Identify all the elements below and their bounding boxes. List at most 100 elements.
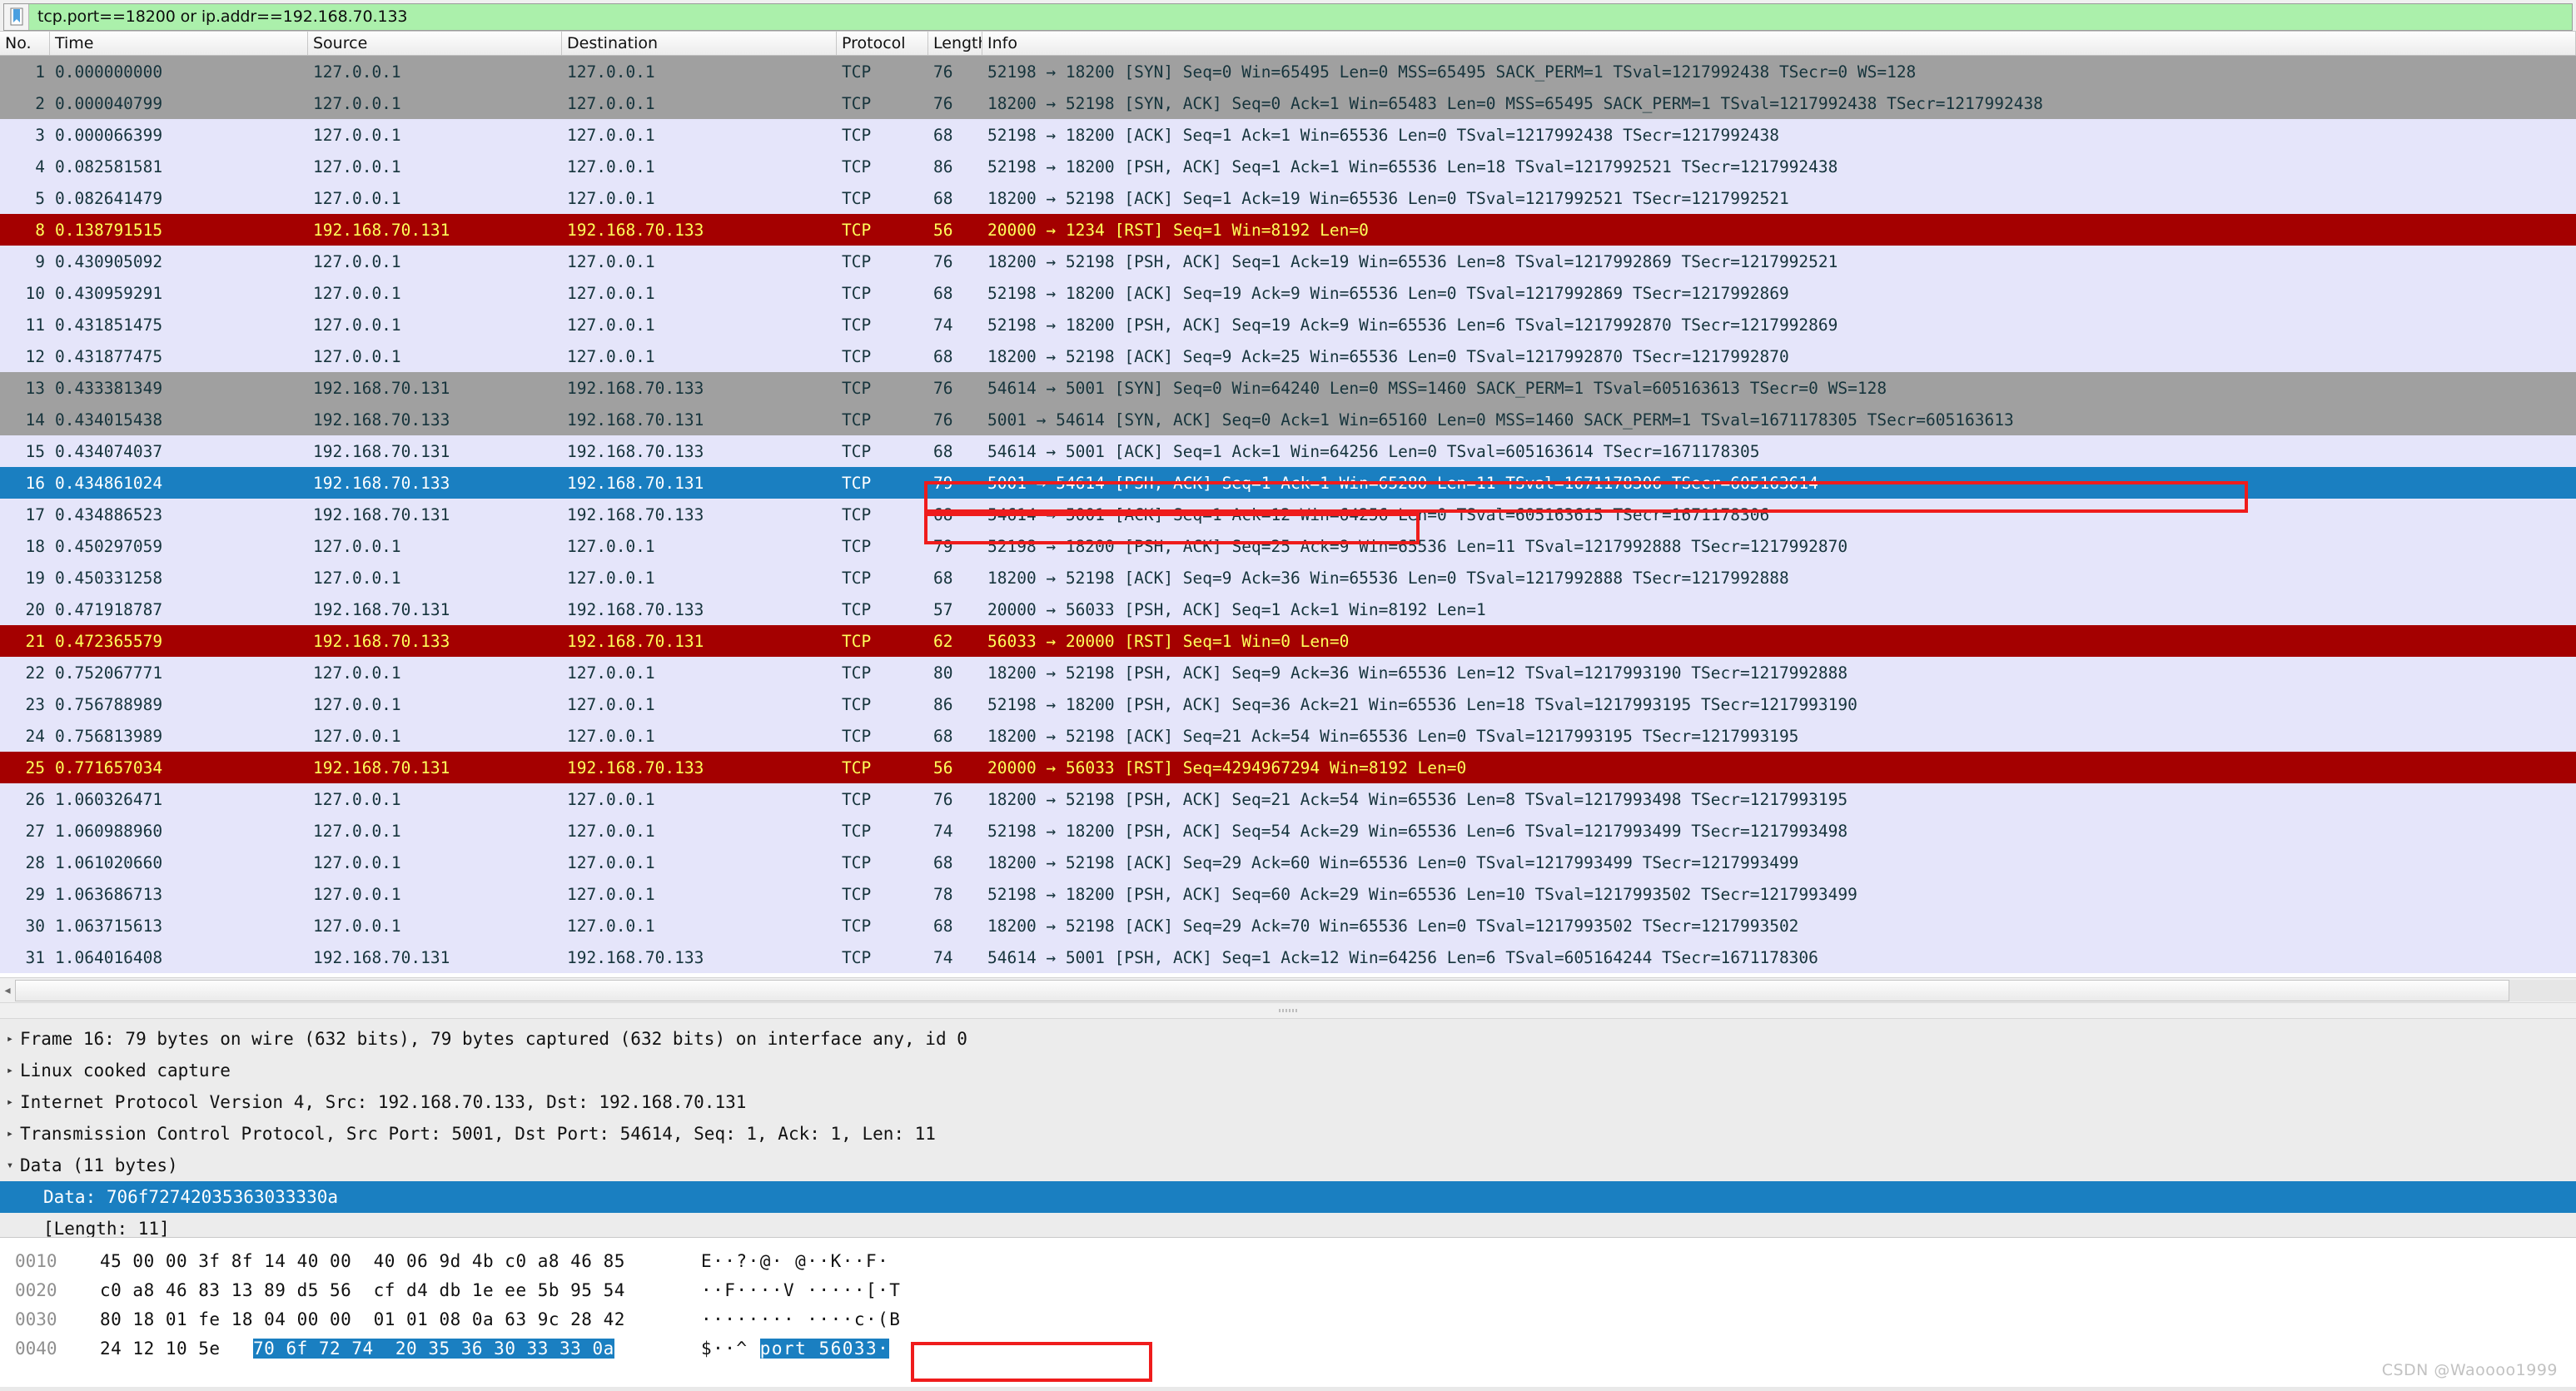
cell-protocol: TCP xyxy=(842,378,872,398)
cell-source: 192.168.70.131 xyxy=(313,441,450,461)
table-row[interactable]: 17 0.434886523 192.168.70.131 192.168.70.13… xyxy=(0,499,2576,530)
column-header-length[interactable]: Length xyxy=(928,32,982,55)
table-row[interactable]: 11 0.431851475 127.0.0.1 127.0.0.1 TCP 74 5219… xyxy=(0,309,2576,340)
table-row[interactable]: 9 0.430905092 127.0.0.1 127.0.0.1 TCP 76 18200… xyxy=(0,246,2576,277)
cell-no: 20 xyxy=(25,599,45,619)
table-row[interactable]: 3 0.000066399 127.0.0.1 127.0.0.1 TCP 68 52198… xyxy=(0,119,2576,151)
cell-length: 74 xyxy=(933,821,953,841)
cell-protocol: TCP xyxy=(842,473,872,493)
detail-row[interactable]: ▸ Linux cooked capture xyxy=(0,1055,2576,1086)
pane-splitter[interactable] xyxy=(0,1002,2576,1019)
cell-time: 0.430905092 xyxy=(55,251,163,271)
cell-no: 8 xyxy=(35,220,45,240)
cell-source: 127.0.0.1 xyxy=(313,93,401,113)
cell-destination: 192.168.70.133 xyxy=(567,441,704,461)
cell-source: 192.168.70.131 xyxy=(313,947,450,967)
display-filter-text[interactable]: tcp.port==18200 or ip.addr==192.168.70.1… xyxy=(29,7,408,26)
cell-time: 0.450297059 xyxy=(55,536,163,556)
detail-row[interactable]: ▸ Internet Protocol Version 4, Src: 192.1… xyxy=(0,1086,2576,1118)
cell-destination: 127.0.0.1 xyxy=(567,821,655,841)
splitter-grip xyxy=(1279,1009,1297,1012)
table-row[interactable]: 22 0.752067771 127.0.0.1 127.0.0.1 TCP 80 1820… xyxy=(0,657,2576,688)
chevron-right-icon[interactable]: ▸ xyxy=(0,1065,20,1076)
chevron-right-icon[interactable]: ▸ xyxy=(0,1128,20,1140)
packet-list-header: No. Time Source Destination Protocol Length In… xyxy=(0,32,2576,56)
hexdump-row[interactable]: 0010 45 00 00 3f 8f 14 40 00 40 06 9d 4b … xyxy=(0,1246,2576,1275)
table-row[interactable]: 28 1.061020660 127.0.0.1 127.0.0.1 TCP 68 1820… xyxy=(0,847,2576,878)
cell-destination: 127.0.0.1 xyxy=(567,726,655,746)
chevron-right-icon[interactable]: ▸ xyxy=(0,1096,20,1108)
table-row[interactable]: 13 0.433381349 192.168.70.131 192.168.70.13… xyxy=(0,372,2576,404)
hexdump-row[interactable]: 0020 c0 a8 46 83 13 89 d5 56 cf d4 db 1e … xyxy=(0,1275,2576,1304)
detail-row-label: Data: 706f72742035363033330a xyxy=(43,1187,339,1207)
table-row[interactable]: 4 0.082581581 127.0.0.1 127.0.0.1 TCP 86 52198… xyxy=(0,151,2576,182)
cell-info: 18200 → 52198 [ACK] Seq=9 Ack=36 Win=655… xyxy=(987,568,1789,588)
detail-row[interactable]: ▸ Transmission Control Protocol, Src Port… xyxy=(0,1118,2576,1150)
table-row[interactable]: 21 0.472365579 192.168.70.133 192.168.70.13… xyxy=(0,625,2576,657)
table-row[interactable]: 27 1.060988960 127.0.0.1 127.0.0.1 TCP 74 5219… xyxy=(0,815,2576,847)
table-row[interactable]: 19 0.450331258 127.0.0.1 127.0.0.1 TCP 68 1820… xyxy=(0,562,2576,594)
cell-no: 23 xyxy=(25,694,45,714)
column-header-destination[interactable]: Destination xyxy=(562,32,837,55)
cell-protocol: TCP xyxy=(842,758,872,777)
table-row[interactable]: 15 0.434074037 192.168.70.131 192.168.70.13… xyxy=(0,435,2576,467)
table-row[interactable]: 1 0.000000000 127.0.0.1 127.0.0.1 TCP 76 52198… xyxy=(0,56,2576,87)
packet-detail-pane[interactable]: ▸ Frame 16: 79 bytes on wire (632 bits), … xyxy=(0,1019,2576,1237)
packet-list-rows[interactable]: 1 0.000000000 127.0.0.1 127.0.0.1 TCP 76 52198… xyxy=(0,56,2576,977)
table-row[interactable]: 31 1.064016408 192.168.70.131 192.168.70.13… xyxy=(0,941,2576,973)
cell-source: 127.0.0.1 xyxy=(313,852,401,872)
table-row[interactable]: 12 0.431877475 127.0.0.1 127.0.0.1 TCP 68 1820… xyxy=(0,340,2576,372)
hexdump-row[interactable]: 0030 80 18 01 fe 18 04 00 00 01 01 08 0a … xyxy=(0,1304,2576,1334)
column-header-no[interactable]: No. xyxy=(0,32,50,55)
cell-info: 18200 → 52198 [SYN, ACK] Seq=0 Ack=1 Win… xyxy=(987,93,2043,113)
cell-info: 52198 → 18200 [PSH, ACK] Seq=54 Ack=29 W… xyxy=(987,821,1848,841)
hexdump-hex-group2: cf d4 db 1e ee 5b 95 54 xyxy=(373,1279,625,1300)
table-row[interactable]: 26 1.060326471 127.0.0.1 127.0.0.1 TCP 76 1820… xyxy=(0,783,2576,815)
packet-list-pane: No. Time Source Destination Protocol Length In… xyxy=(0,32,2576,1002)
display-filter-input[interactable]: tcp.port==18200 or ip.addr==192.168.70.1… xyxy=(3,2,2573,31)
hexdump-row[interactable]: 0040 24 12 10 5e 70 6f 72 74 20 35 36 30 … xyxy=(0,1334,2576,1363)
detail-row[interactable]: Data: 706f72742035363033330a xyxy=(0,1181,2576,1213)
table-row[interactable]: 24 0.756813989 127.0.0.1 127.0.0.1 TCP 68 1820… xyxy=(0,720,2576,752)
column-header-time[interactable]: Time xyxy=(50,32,308,55)
hexdump-offset: 0040 xyxy=(15,1338,57,1359)
cell-no: 29 xyxy=(25,884,45,904)
column-header-source[interactable]: Source xyxy=(308,32,562,55)
cell-protocol: TCP xyxy=(842,631,872,651)
cell-time: 0.082581581 xyxy=(55,156,163,176)
cell-protocol: TCP xyxy=(842,852,872,872)
bookmark-icon[interactable] xyxy=(4,3,29,30)
hscroll-thumb[interactable] xyxy=(15,979,2509,1001)
table-row[interactable]: 5 0.082641479 127.0.0.1 127.0.0.1 TCP 68 18200… xyxy=(0,182,2576,214)
hscroll-track-end[interactable] xyxy=(2509,979,2576,1001)
cell-destination: 127.0.0.1 xyxy=(567,789,655,809)
table-row[interactable]: 14 0.434015438 192.168.70.133 192.168.70.13… xyxy=(0,404,2576,435)
table-row[interactable]: 18 0.450297059 127.0.0.1 127.0.0.1 TCP 79 5219… xyxy=(0,530,2576,562)
table-row[interactable]: 10 0.430959291 127.0.0.1 127.0.0.1 TCP 68 5219… xyxy=(0,277,2576,309)
detail-row[interactable]: [Length: 11] xyxy=(0,1213,2576,1237)
packet-list-hscrollbar[interactable]: ◂ xyxy=(0,977,2576,1002)
cell-no: 31 xyxy=(25,947,45,967)
cell-length: 68 xyxy=(933,726,953,746)
table-row[interactable]: 29 1.063686713 127.0.0.1 127.0.0.1 TCP 78 5219… xyxy=(0,878,2576,910)
column-header-info[interactable]: Info xyxy=(982,32,2576,55)
chevron-right-icon[interactable]: ▸ xyxy=(0,1033,20,1045)
table-row[interactable]: 25 0.771657034 192.168.70.131 192.168.70.13… xyxy=(0,752,2576,783)
detail-row[interactable]: ▸ Frame 16: 79 bytes on wire (632 bits), … xyxy=(0,1023,2576,1055)
cell-protocol: TCP xyxy=(842,536,872,556)
cell-source: 127.0.0.1 xyxy=(313,916,401,936)
table-row[interactable]: 30 1.063715613 127.0.0.1 127.0.0.1 TCP 68 1820… xyxy=(0,910,2576,941)
table-row[interactable]: 23 0.756788989 127.0.0.1 127.0.0.1 TCP 86 5219… xyxy=(0,688,2576,720)
cell-no: 12 xyxy=(25,346,45,366)
packet-bytes-pane[interactable]: 0010 45 00 00 3f 8f 14 40 00 40 06 9d 4b … xyxy=(0,1237,2576,1391)
column-header-protocol[interactable]: Protocol xyxy=(837,32,928,55)
table-row[interactable]: 20 0.471918787 192.168.70.131 192.168.70.13… xyxy=(0,594,2576,625)
detail-row[interactable]: ▾ Data (11 bytes) xyxy=(0,1150,2576,1181)
table-row[interactable]: 2 0.000040799 127.0.0.1 127.0.0.1 TCP 76 18200… xyxy=(0,87,2576,119)
chevron-down-icon[interactable]: ▾ xyxy=(0,1160,20,1171)
cell-info: 52198 → 18200 [PSH, ACK] Seq=36 Ack=21 W… xyxy=(987,694,1857,714)
scroll-left-icon[interactable]: ◂ xyxy=(0,979,15,1002)
table-row[interactable]: 8 0.138791515 192.168.70.131 192.168.70.133… xyxy=(0,214,2576,246)
table-row[interactable]: 16 0.434861024 192.168.70.133 192.168.70.13… xyxy=(0,467,2576,499)
cell-source: 192.168.70.131 xyxy=(313,599,450,619)
